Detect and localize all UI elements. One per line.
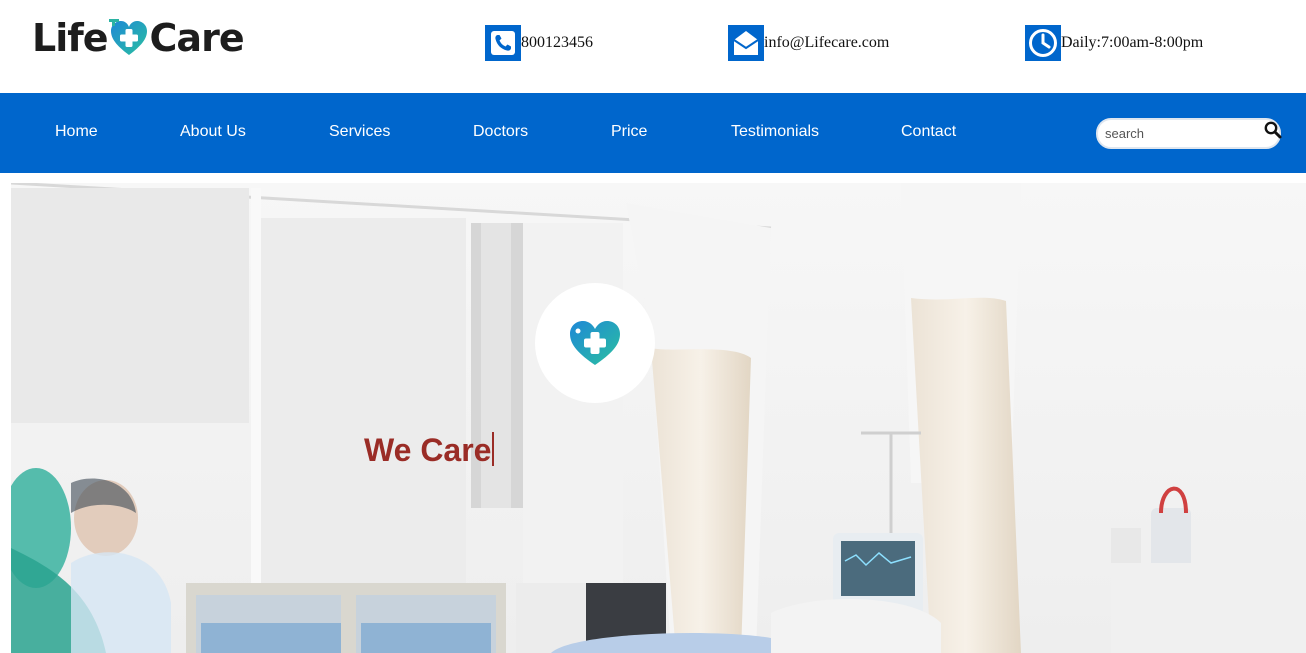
typing-caret <box>492 432 495 466</box>
contact-email[interactable]: info@Lifecare.com <box>728 25 889 61</box>
opening-hours: Daily:7:00am-8:00pm <box>1061 34 1204 51</box>
nav-item-contact[interactable]: Contact <box>901 123 956 141</box>
search-input[interactable] <box>1096 118 1281 149</box>
brand-logo[interactable]: Life Care <box>32 14 245 62</box>
search-icon[interactable] <box>1264 121 1282 139</box>
brand-name-left: Life <box>32 16 109 60</box>
mail-icon <box>728 25 764 61</box>
clock-icon <box>1025 25 1061 61</box>
search-box <box>1096 118 1281 149</box>
hospital-room-photo <box>11 183 1306 653</box>
nav-item-home[interactable]: Home <box>55 123 98 141</box>
heart-plus-icon <box>570 321 620 365</box>
phone-icon <box>485 25 521 61</box>
brand-name-right: Care <box>149 16 245 60</box>
nav-item-services[interactable]: Services <box>329 123 390 141</box>
hero-logo-badge <box>535 283 655 403</box>
contact-phone[interactable]: 800123456 <box>485 25 593 61</box>
hero-title: We Care <box>364 432 495 468</box>
top-header: Life Care 800123456 info@Lifecare.com Da… <box>0 0 1306 93</box>
nav-item-price[interactable]: Price <box>611 123 647 141</box>
contact-hours: Daily:7:00am-8:00pm <box>1025 25 1203 61</box>
heart-plus-icon <box>108 19 147 55</box>
nav-item-about-us[interactable]: About Us <box>180 123 246 141</box>
email-address: info@Lifecare.com <box>764 34 890 51</box>
nav-item-testimonials[interactable]: Testimonials <box>731 123 819 141</box>
nav-item-doctors[interactable]: Doctors <box>473 123 528 141</box>
phone-number: 800123456 <box>521 34 593 51</box>
hero-banner: We Care <box>11 183 1306 653</box>
